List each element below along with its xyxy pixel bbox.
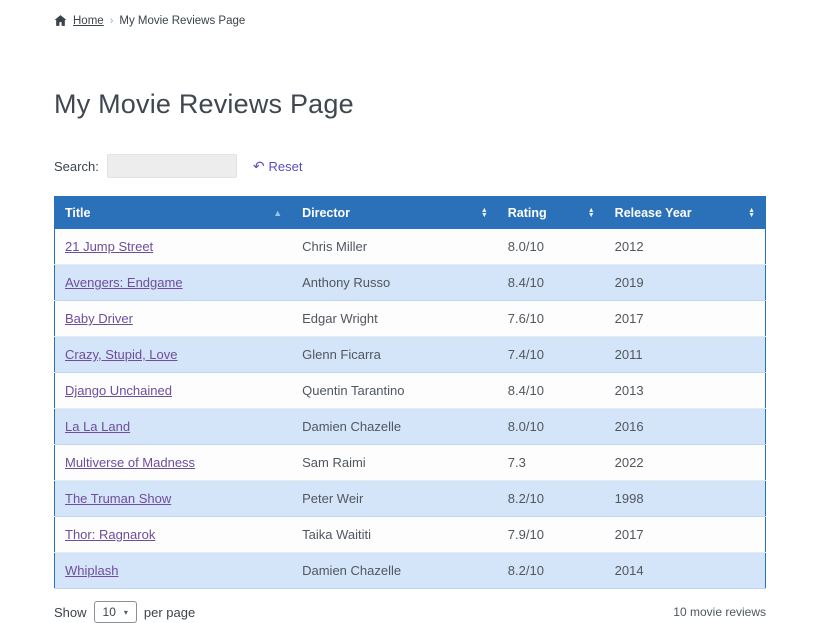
cell-director: Damien Chazelle xyxy=(292,553,498,589)
cell-year: 2017 xyxy=(605,301,766,337)
sort-both-icon: ▲▼ xyxy=(588,208,595,218)
table-row: Django Unchained Quentin Tarantino 8.4/1… xyxy=(55,373,766,409)
cell-title: Django Unchained xyxy=(55,373,293,409)
column-label: Title xyxy=(65,206,90,220)
cell-director: Taika Waititi xyxy=(292,517,498,553)
table-row: Whiplash Damien Chazelle 8.2/10 2014 xyxy=(55,553,766,589)
column-header-rating[interactable]: Rating ▲▼ xyxy=(498,197,605,230)
cell-year: 2013 xyxy=(605,373,766,409)
movie-link[interactable]: Baby Driver xyxy=(65,311,133,326)
per-page-control: Show 10 ▾ per page xyxy=(54,601,195,623)
breadcrumb-separator: › xyxy=(110,15,114,27)
movie-reviews-table: Title ▲ Director ▲▼ Rating ▲▼ xyxy=(54,196,766,589)
cell-year: 2016 xyxy=(605,409,766,445)
table-row: The Truman Show Peter Weir 8.2/10 1998 xyxy=(55,481,766,517)
cell-rating: 8.0/10 xyxy=(498,229,605,265)
column-header-release-year[interactable]: Release Year ▲▼ xyxy=(605,197,766,230)
cell-rating: 7.4/10 xyxy=(498,337,605,373)
row-count: 10 movie reviews xyxy=(673,605,766,619)
sort-asc-icon: ▲ xyxy=(273,209,282,218)
cell-year: 1998 xyxy=(605,481,766,517)
movie-link[interactable]: La La Land xyxy=(65,419,130,434)
sort-both-icon: ▲▼ xyxy=(481,208,488,218)
column-label: Rating xyxy=(508,206,547,220)
column-label: Release Year xyxy=(615,206,692,220)
page-container: Home › My Movie Reviews Page My Movie Re… xyxy=(54,0,766,623)
movie-link[interactable]: 21 Jump Street xyxy=(65,239,153,254)
table-row: Baby Driver Edgar Wright 7.6/10 2017 xyxy=(55,301,766,337)
cell-rating: 7.6/10 xyxy=(498,301,605,337)
cell-director: Edgar Wright xyxy=(292,301,498,337)
column-label: Director xyxy=(302,206,350,220)
movie-link[interactable]: Thor: Ragnarok xyxy=(65,527,155,542)
cell-year: 2017 xyxy=(605,517,766,553)
movie-link[interactable]: Crazy, Stupid, Love xyxy=(65,347,177,362)
reset-undo-icon: ↶ xyxy=(253,159,265,173)
cell-title: Whiplash xyxy=(55,553,293,589)
search-label: Search: xyxy=(54,159,99,174)
reset-button[interactable]: ↶ Reset xyxy=(253,159,303,174)
chevron-down-icon: ▾ xyxy=(124,608,128,617)
page-title: My Movie Reviews Page xyxy=(54,89,766,120)
cell-rating: 8.4/10 xyxy=(498,265,605,301)
cell-title: Baby Driver xyxy=(55,301,293,337)
cell-director: Glenn Ficarra xyxy=(292,337,498,373)
page-size-select[interactable]: 10 ▾ xyxy=(94,601,137,623)
per-page-label: per page xyxy=(144,605,195,620)
cell-director: Damien Chazelle xyxy=(292,409,498,445)
sort-both-icon: ▲▼ xyxy=(748,208,755,218)
cell-director: Peter Weir xyxy=(292,481,498,517)
cell-rating: 8.0/10 xyxy=(498,409,605,445)
cell-rating: 7.3 xyxy=(498,445,605,481)
cell-title: 21 Jump Street xyxy=(55,229,293,265)
table-footer: Show 10 ▾ per page 10 movie reviews xyxy=(54,601,766,623)
search-input[interactable] xyxy=(107,154,237,178)
table-row: Thor: Ragnarok Taika Waititi 7.9/10 2017 xyxy=(55,517,766,553)
movie-link[interactable]: Django Unchained xyxy=(65,383,172,398)
breadcrumb: Home › My Movie Reviews Page xyxy=(54,0,766,27)
table-row: La La Land Damien Chazelle 8.0/10 2016 xyxy=(55,409,766,445)
cell-title: Avengers: Endgame xyxy=(55,265,293,301)
cell-director: Sam Raimi xyxy=(292,445,498,481)
cell-director: Chris Miller xyxy=(292,229,498,265)
table-row: Crazy, Stupid, Love Glenn Ficarra 7.4/10… xyxy=(55,337,766,373)
table-header-row: Title ▲ Director ▲▼ Rating ▲▼ xyxy=(55,197,766,230)
search-bar: Search: ↶ Reset xyxy=(54,154,766,178)
reset-label: Reset xyxy=(269,159,303,174)
home-icon xyxy=(54,14,67,27)
cell-director: Anthony Russo xyxy=(292,265,498,301)
show-label: Show xyxy=(54,605,87,620)
column-header-director[interactable]: Director ▲▼ xyxy=(292,197,498,230)
breadcrumb-home-link[interactable]: Home xyxy=(73,15,104,27)
cell-title: Crazy, Stupid, Love xyxy=(55,337,293,373)
table-row: Avengers: Endgame Anthony Russo 8.4/10 2… xyxy=(55,265,766,301)
cell-rating: 7.9/10 xyxy=(498,517,605,553)
movie-link[interactable]: Avengers: Endgame xyxy=(65,275,183,290)
cell-year: 2019 xyxy=(605,265,766,301)
cell-year: 2011 xyxy=(605,337,766,373)
cell-director: Quentin Tarantino xyxy=(292,373,498,409)
table-row: Multiverse of Madness Sam Raimi 7.3 2022 xyxy=(55,445,766,481)
breadcrumb-current: My Movie Reviews Page xyxy=(119,15,245,27)
cell-rating: 8.4/10 xyxy=(498,373,605,409)
cell-title: Thor: Ragnarok xyxy=(55,517,293,553)
cell-rating: 8.2/10 xyxy=(498,553,605,589)
cell-year: 2014 xyxy=(605,553,766,589)
column-header-title[interactable]: Title ▲ xyxy=(55,197,293,230)
cell-title: La La Land xyxy=(55,409,293,445)
cell-year: 2022 xyxy=(605,445,766,481)
cell-rating: 8.2/10 xyxy=(498,481,605,517)
page-size-value: 10 xyxy=(103,605,116,619)
cell-title: Multiverse of Madness xyxy=(55,445,293,481)
cell-title: The Truman Show xyxy=(55,481,293,517)
movie-link[interactable]: The Truman Show xyxy=(65,491,171,506)
movie-link[interactable]: Whiplash xyxy=(65,563,118,578)
table-row: 21 Jump Street Chris Miller 8.0/10 2012 xyxy=(55,229,766,265)
movie-link[interactable]: Multiverse of Madness xyxy=(65,455,195,470)
cell-year: 2012 xyxy=(605,229,766,265)
